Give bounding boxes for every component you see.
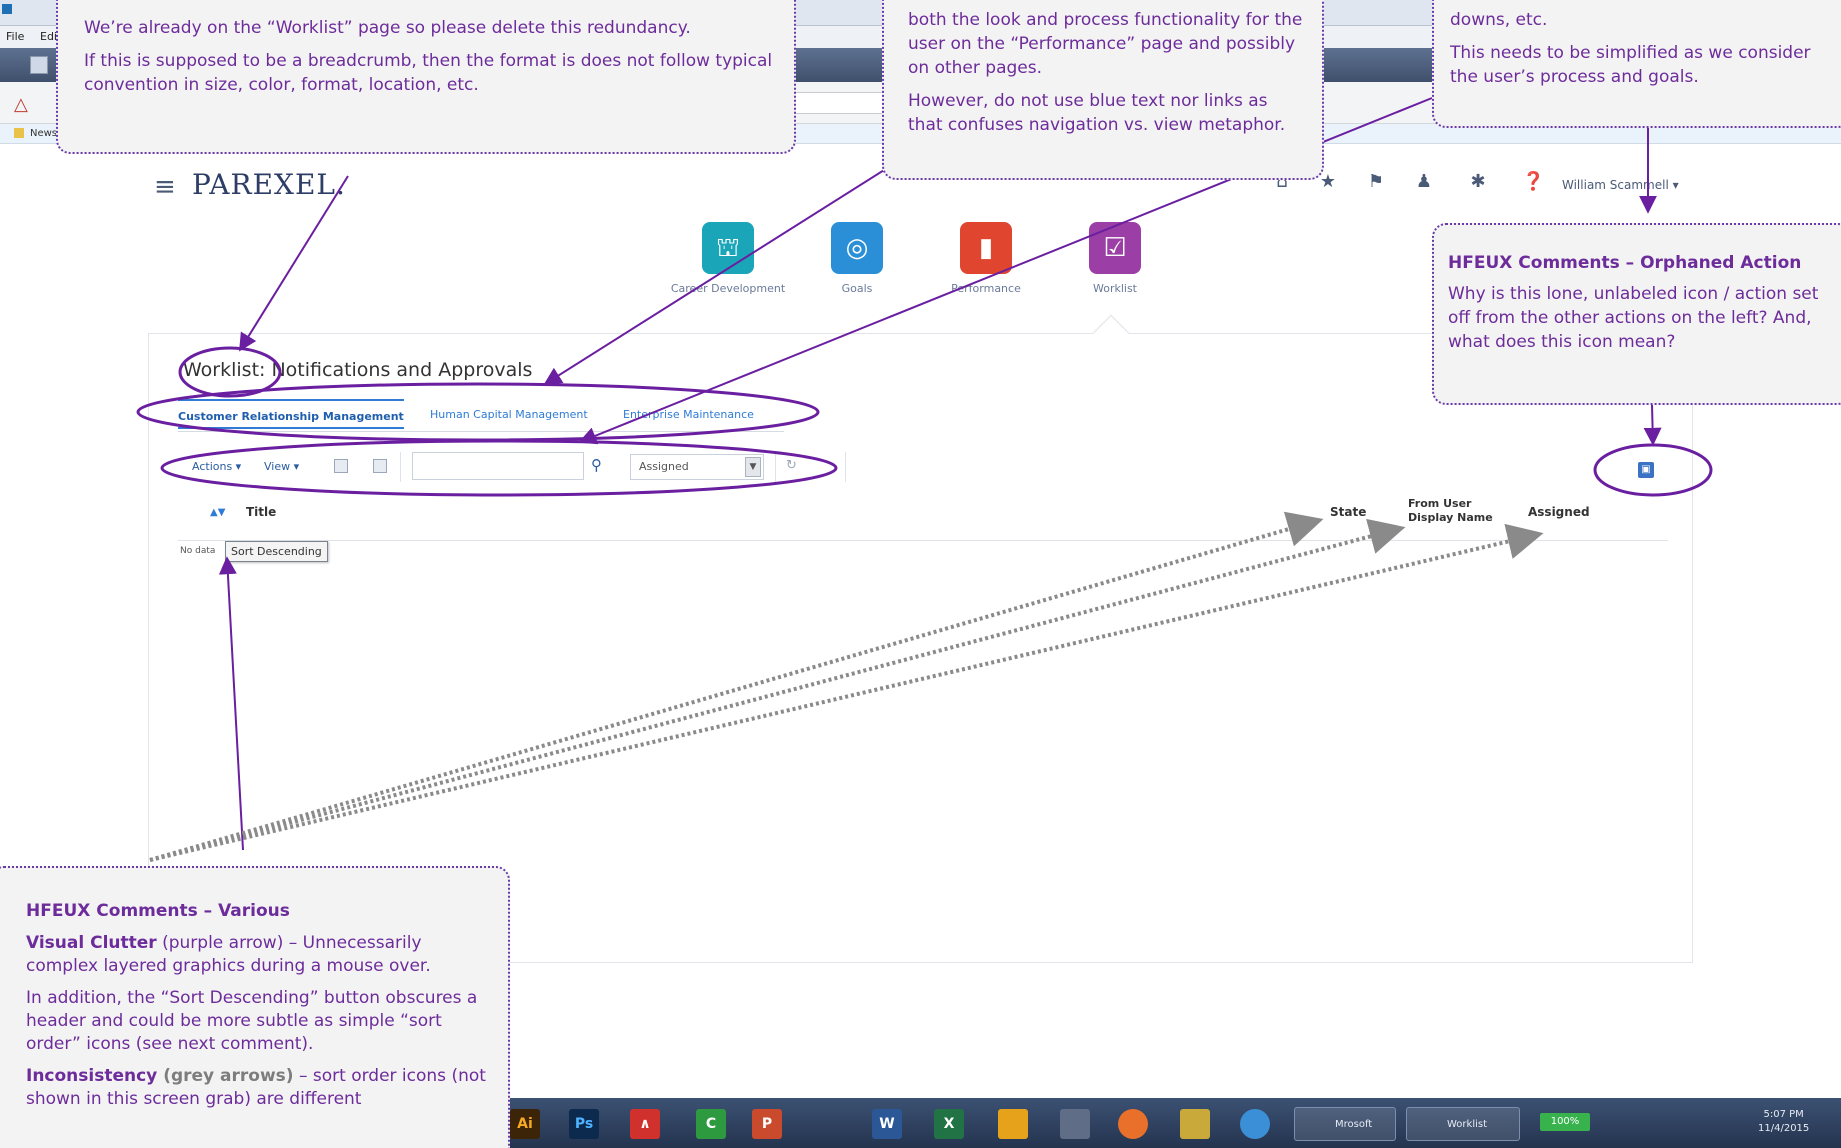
callout-text: This needs to be simplified as we consid… bbox=[1450, 43, 1811, 87]
illustrator-icon[interactable]: Ai bbox=[510, 1109, 540, 1139]
status-filter-select[interactable]: Assigned ▼ bbox=[630, 454, 764, 480]
callout-orphaned-action: HFEUX Comments – Orphaned Action Why is … bbox=[1432, 223, 1841, 405]
system-clock[interactable]: 5:07 PM 11/4/2015 bbox=[1758, 1108, 1809, 1136]
signpost-icon: ⛫ bbox=[702, 222, 754, 274]
tab-human-capital-management[interactable]: Human Capital Management bbox=[430, 399, 588, 429]
page-title: Worklist: Notifications and Approvals bbox=[183, 359, 533, 381]
word-icon[interactable]: W bbox=[872, 1109, 902, 1139]
toolbar-divider bbox=[400, 452, 401, 482]
excel-icon[interactable]: X bbox=[934, 1109, 964, 1139]
lock-icon[interactable] bbox=[1180, 1109, 1210, 1139]
star-icon[interactable]: ★ bbox=[1318, 172, 1338, 192]
tile-worklist[interactable]: ☑ Worklist bbox=[1050, 222, 1180, 295]
toolbar-divider bbox=[845, 452, 846, 482]
tab-enterprise-maintenance[interactable]: Enterprise Maintenance bbox=[623, 399, 754, 429]
no-data-message: No data bbox=[180, 546, 216, 556]
callout-tabs: both the look and process functionality … bbox=[882, 0, 1324, 180]
callout-toolbar: downs, etc. This needs to be simplified … bbox=[1432, 0, 1841, 128]
bar-chart-icon: ▮ bbox=[960, 222, 1012, 274]
powerpoint-icon[interactable]: P bbox=[752, 1109, 782, 1139]
hamburger-menu-icon[interactable]: ≡ bbox=[154, 172, 176, 202]
callout-text: both the look and process functionality … bbox=[908, 10, 1303, 78]
callout-text: Why is this lone, unlabeled icon / actio… bbox=[1448, 284, 1819, 352]
user-menu[interactable]: William Scammell ▾ bbox=[1562, 178, 1679, 192]
chevron-down-icon[interactable]: ▼ bbox=[745, 457, 761, 477]
callout-text: Inconsistency (grey arrows) – sort order… bbox=[26, 1065, 494, 1111]
callout-various: HFEUX Comments – Various Visual Clutter … bbox=[0, 866, 510, 1148]
globe-icon[interactable] bbox=[1240, 1109, 1270, 1139]
firefox-icon[interactable] bbox=[1118, 1109, 1148, 1139]
menu-item-file[interactable]: File bbox=[6, 30, 24, 43]
callout-redundancy: We’re already on the “Worklist” page so … bbox=[56, 0, 796, 154]
battery-indicator[interactable]: 100% bbox=[1540, 1113, 1590, 1131]
tile-label: Career Development bbox=[670, 282, 786, 295]
clock-time: 5:07 PM bbox=[1763, 1109, 1804, 1120]
toolbar-divider bbox=[775, 452, 776, 482]
column-header-assigned[interactable]: Assigned bbox=[1528, 505, 1590, 519]
callout-text: Visual Clutter (purple arrow) – Unnecess… bbox=[26, 932, 494, 978]
people-icon[interactable]: ♟ bbox=[1414, 172, 1434, 192]
tile-label: Worklist bbox=[1092, 282, 1137, 295]
taskbar-window-worklist[interactable]: Worklist bbox=[1406, 1107, 1520, 1141]
tile-performance[interactable]: ▮ Performance bbox=[921, 222, 1051, 295]
favorites-item-news[interactable]: News bbox=[30, 128, 57, 139]
grid-view-icon[interactable] bbox=[334, 459, 348, 473]
camtasia-icon[interactable]: C bbox=[696, 1109, 726, 1139]
browser-favicon-icon bbox=[2, 4, 12, 14]
column-header-title[interactable]: Title bbox=[246, 505, 276, 519]
help-icon[interactable]: ❓ bbox=[1522, 172, 1544, 192]
view-menu-button[interactable]: View ▾ bbox=[264, 460, 299, 473]
actions-menu-button[interactable]: Actions ▾ bbox=[192, 460, 241, 473]
callout-title: HFEUX Comments – Orphaned Action bbox=[1448, 253, 1802, 273]
column-header-state[interactable]: State bbox=[1330, 505, 1366, 519]
browser-tab-icon[interactable] bbox=[30, 56, 48, 74]
messenger-icon[interactable] bbox=[998, 1109, 1028, 1139]
folder-icon bbox=[14, 128, 24, 138]
clock-date: 11/4/2015 bbox=[1758, 1123, 1810, 1134]
tab-divider bbox=[178, 431, 784, 432]
sort-ascending-icon[interactable]: ▲▼ bbox=[210, 507, 225, 518]
taskbar-window-microsoft[interactable]: Mrosoft bbox=[1294, 1107, 1396, 1141]
column-header-from-user[interactable]: From User Display Name bbox=[1408, 497, 1493, 525]
media-icon[interactable] bbox=[1060, 1109, 1090, 1139]
settings-icon[interactable]: ✱ bbox=[1468, 172, 1488, 192]
acrobat-icon[interactable]: ∧ bbox=[630, 1109, 660, 1139]
callout-text: However, do not use blue text nor links … bbox=[908, 91, 1286, 135]
callout-grey: (grey arrows) bbox=[157, 1066, 294, 1086]
tile-career-development[interactable]: ⛫ Career Development bbox=[663, 222, 793, 295]
table-header-divider bbox=[178, 540, 1668, 541]
photoshop-icon[interactable]: Ps bbox=[569, 1109, 599, 1139]
callout-bold: Inconsistency bbox=[26, 1066, 158, 1086]
callout-text: In addition, the “Sort Descending” butto… bbox=[26, 988, 478, 1054]
tile-label: Performance bbox=[951, 282, 1021, 295]
flag-icon[interactable]: ⚑ bbox=[1366, 172, 1386, 192]
tab-customer-relationship-management[interactable]: Customer Relationship Management bbox=[178, 399, 404, 429]
browser-home-icon[interactable]: △ bbox=[14, 94, 28, 115]
status-filter-value: Assigned bbox=[639, 460, 689, 473]
arrow-breadcrumb bbox=[239, 175, 349, 352]
tile-goals[interactable]: ◎ Goals bbox=[792, 222, 922, 295]
callout-title: HFEUX Comments – Various bbox=[26, 901, 290, 921]
orphan-action-icon[interactable]: ▣ bbox=[1638, 462, 1654, 478]
target-icon: ◎ bbox=[831, 222, 883, 274]
detach-icon[interactable] bbox=[373, 459, 387, 473]
search-icon[interactable]: ⚲ bbox=[591, 456, 602, 474]
search-input[interactable] bbox=[412, 452, 584, 480]
tile-label: Goals bbox=[841, 282, 873, 295]
clipboard-check-icon: ☑ bbox=[1089, 222, 1141, 274]
sort-descending-tooltip[interactable]: Sort Descending bbox=[225, 541, 328, 562]
callout-text: downs, etc. bbox=[1450, 10, 1548, 30]
refresh-icon[interactable]: ↻ bbox=[786, 458, 797, 473]
callout-bold: Visual Clutter bbox=[26, 933, 157, 953]
callout-text: We’re already on the “Worklist” page so … bbox=[84, 18, 691, 38]
brand-logo[interactable]: PAREXEL. bbox=[192, 168, 346, 201]
callout-text: If this is supposed to be a breadcrumb, … bbox=[84, 51, 773, 95]
